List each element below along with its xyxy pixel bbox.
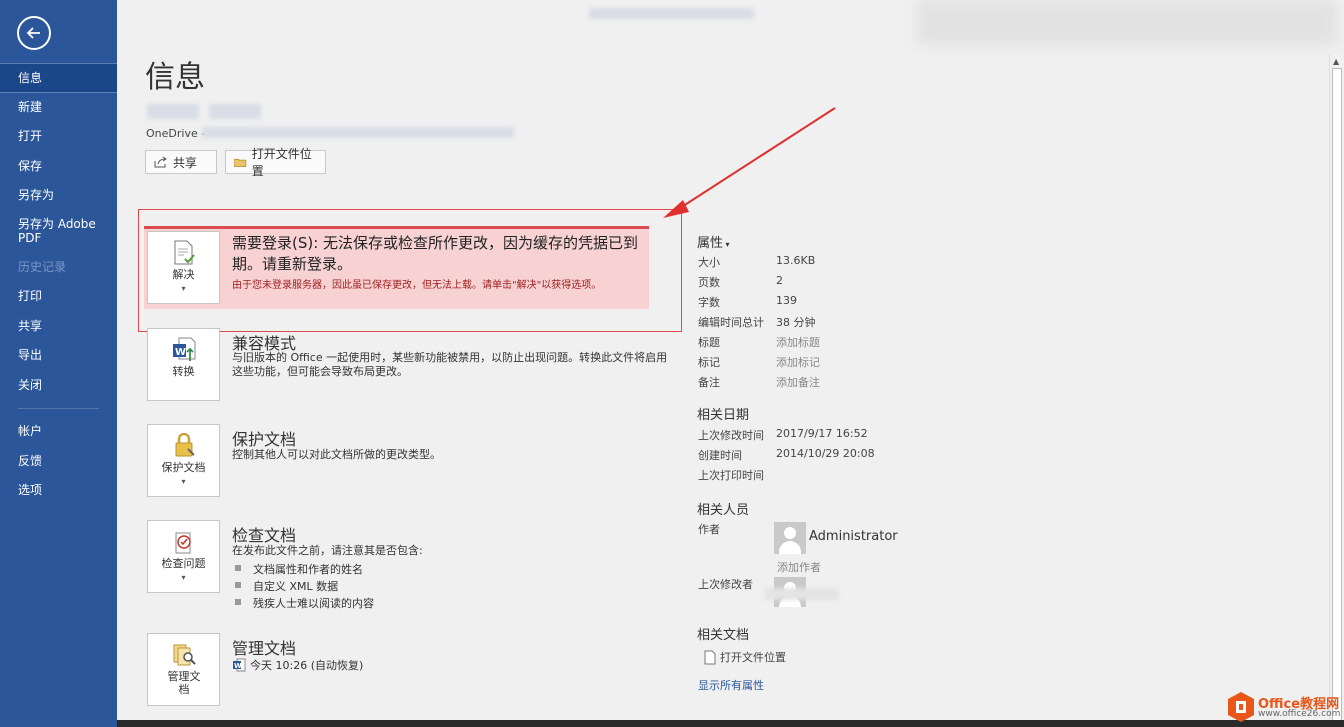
nav-divider	[18, 408, 99, 409]
chevron-down-icon: ▾	[181, 477, 186, 486]
open-file-location-link[interactable]: 打开文件位置	[704, 649, 786, 665]
watermark-url: www.office26.com	[1258, 709, 1341, 719]
annotation-arrow	[663, 107, 836, 218]
nav-item-print[interactable]: 打印	[0, 282, 117, 312]
nav-item-feedback[interactable]: 反馈	[0, 447, 117, 477]
nav-item-new[interactable]: 新建	[0, 93, 117, 123]
add-tags-field[interactable]: 添加标记	[776, 354, 820, 370]
manage-title: 管理文档	[232, 639, 297, 658]
manage-label: 管理文档	[167, 670, 201, 696]
resolve-label: 解决	[172, 268, 195, 281]
protect-label: 保护文档	[161, 461, 206, 474]
inspect-bullet: 文档属性和作者的姓名	[235, 561, 363, 577]
blurred-file-path	[202, 127, 514, 138]
protect-document-button[interactable]: 保护文档 ▾	[147, 424, 220, 497]
nav-item-open[interactable]: 打开	[0, 122, 117, 152]
author-name[interactable]: Administrator	[809, 529, 898, 544]
warning-title: 需要登录(S): 无法保存或检查所作更改，因为缓存的凭据已到期。请重新登录。	[232, 234, 639, 273]
nav-item-export[interactable]: 导出	[0, 341, 117, 371]
autosave-version-label: 今天 10:26 (自动恢复)	[250, 659, 364, 672]
inspect-icon	[175, 532, 191, 554]
nav-item-save[interactable]: 保存	[0, 152, 117, 182]
arrow-left-icon	[26, 27, 40, 39]
scroll-thumb[interactable]	[1332, 68, 1342, 723]
office-logo-icon	[1228, 692, 1254, 722]
add-comments-field[interactable]: 添加备注	[776, 374, 820, 390]
share-button[interactable]: 共享	[145, 150, 217, 174]
chevron-down-icon: ▾	[181, 573, 186, 582]
share-icon	[154, 156, 167, 168]
related-people-header: 相关人员	[697, 503, 750, 518]
check-issues-button[interactable]: 检查问题 ▾	[147, 520, 220, 593]
nav-item-history: 历史记录	[18, 259, 67, 274]
blurred-filename	[209, 104, 261, 119]
nav-item-share[interactable]: 共享	[0, 312, 117, 342]
open-file-location-button[interactable]: 打开文件位置	[225, 147, 326, 178]
nav-item-save-as-pdf[interactable]: 另存为 Adobe PDF	[0, 211, 117, 253]
show-all-properties-link[interactable]: 显示所有属性	[698, 677, 764, 693]
inspect-bullet: 自定义 XML 数据	[235, 578, 338, 594]
related-dates-header: 相关日期	[697, 408, 750, 423]
inspect-title: 检查文档	[232, 526, 297, 545]
backstage-sidebar: 信息 新建 打开 保存 另存为 另存为 Adobe PDF 历史记录 打印 共享…	[0, 0, 117, 727]
backstage-nav: 信息 新建 打开 保存 另存为 另存为 Adobe PDF 历史记录 打印 共享…	[0, 63, 117, 506]
resolve-button[interactable]: 解决 ▾	[147, 231, 220, 304]
convert-button[interactable]: W 转换	[147, 328, 220, 401]
taskbar-strip	[117, 720, 1344, 727]
svg-text:W: W	[234, 662, 242, 670]
svg-text:W: W	[175, 347, 186, 358]
manage-document-icon	[173, 644, 196, 666]
add-title-field[interactable]: 添加标题	[776, 334, 820, 350]
chevron-down-icon: ▾	[723, 240, 730, 249]
nav-item-options[interactable]: 选项	[0, 476, 117, 506]
file-location-prefix: OneDrive -	[146, 127, 206, 140]
warning-description: 由于您未登录服务器，因此虽已保存更改，但无法上载。请单击"解决"以获得选项。	[232, 280, 602, 291]
folder-icon	[234, 158, 247, 167]
properties-header[interactable]: 属性 ▾	[697, 232, 730, 251]
protect-title: 保护文档	[232, 430, 297, 449]
vertical-scrollbar[interactable]: ▲	[1329, 54, 1344, 727]
manage-document-button[interactable]: 管理文档	[147, 633, 220, 706]
author-avatar	[774, 522, 806, 554]
watermark-logo: Office教程网 www.office26.com	[1228, 692, 1340, 724]
nav-item-info[interactable]: 信息	[0, 63, 117, 93]
lock-icon	[175, 433, 195, 457]
document-check-icon	[174, 240, 195, 265]
blurred-modifier-name	[765, 588, 839, 600]
nav-item-close[interactable]: 关闭	[0, 371, 117, 401]
related-documents-header: 相关文档	[697, 628, 750, 643]
word-doc-icon: W	[233, 658, 246, 672]
share-label: 共享	[173, 155, 198, 170]
protect-description: 控制其他人可以对此文档所做的更改类型。	[232, 448, 441, 461]
chevron-down-icon: ▾	[181, 284, 186, 293]
check-issues-label: 检查问题	[161, 557, 206, 570]
blurred-filename	[147, 104, 199, 119]
word-convert-icon: W	[173, 337, 196, 361]
back-button[interactable]	[17, 16, 51, 50]
nav-item-account[interactable]: 帐户	[0, 417, 117, 447]
convert-label: 转换	[172, 365, 195, 378]
document-icon	[704, 650, 716, 664]
nav-item-save-as[interactable]: 另存为	[0, 181, 117, 211]
open-location-label: 打开文件位置	[251, 147, 312, 178]
compatibility-description: 与旧版本的 Office 一起使用时，某些新功能被禁用，以防止出现问题。转换此文…	[232, 351, 668, 378]
inspect-bullet: 残疾人士难以阅读的内容	[235, 595, 374, 611]
inspect-description: 在发布此文件之前，请注意其是否包含:	[232, 544, 423, 557]
autosave-version-item[interactable]: W 今天 10:26 (自动恢复)	[233, 657, 363, 673]
scroll-up-arrow-icon[interactable]: ▲	[1333, 57, 1339, 66]
info-page: 信息 OneDrive - 共享 打开文件位置 解决 ▾ 需要登录(S): 无法…	[117, 0, 1329, 727]
add-author-link[interactable]: 添加作者	[777, 559, 821, 575]
page-title: 信息	[145, 60, 205, 95]
